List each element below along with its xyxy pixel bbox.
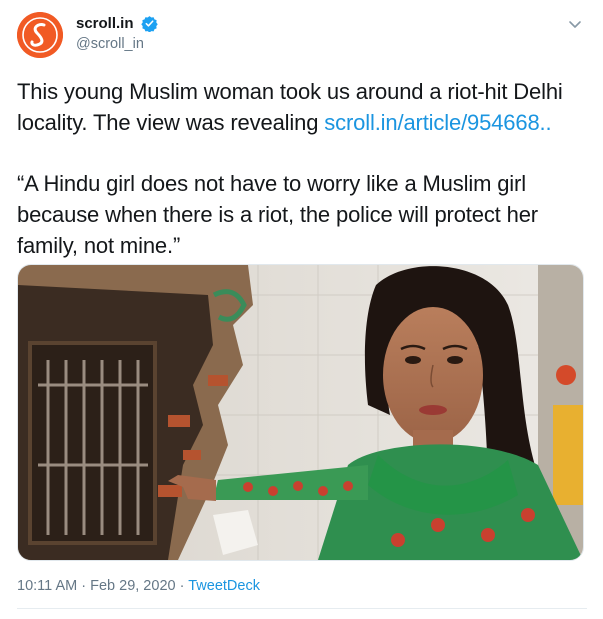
tweet-date[interactable]: Feb 29, 2020 <box>90 578 175 594</box>
tweet-photo[interactable] <box>17 264 584 561</box>
tweet-card: scroll.in @scroll_in This young Muslim w… <box>0 0 603 619</box>
tweet-time[interactable]: 10:11 AM <box>17 578 77 594</box>
avatar[interactable] <box>17 12 63 58</box>
scroll-logo-icon <box>17 12 63 58</box>
meta-separator-1: · <box>81 578 87 594</box>
tweet-meta: 10:11 AM · Feb 29, 2020 · TweetDeck <box>17 578 260 594</box>
photo-illustration <box>18 265 583 560</box>
tweet-quote: “A Hindu girl does not have to worry lik… <box>17 171 538 258</box>
divider <box>17 608 587 609</box>
account-handle[interactable]: @scroll_in <box>76 36 158 52</box>
display-name[interactable]: scroll.in <box>76 15 134 32</box>
chevron-down-icon[interactable] <box>567 16 583 32</box>
meta-separator-2: · <box>179 578 185 594</box>
tweet-source-link[interactable]: TweetDeck <box>188 578 260 594</box>
tweet-text-paragraph-1: This young Muslim woman took us around a… <box>17 76 587 138</box>
verified-badge-icon <box>141 16 158 33</box>
account-names: scroll.in @scroll_in <box>76 15 158 52</box>
tweet-header: scroll.in @scroll_in <box>17 10 587 60</box>
article-link[interactable]: scroll.in/article/954668.. <box>324 110 551 135</box>
tweet-text: This young Muslim woman took us around a… <box>17 76 587 261</box>
